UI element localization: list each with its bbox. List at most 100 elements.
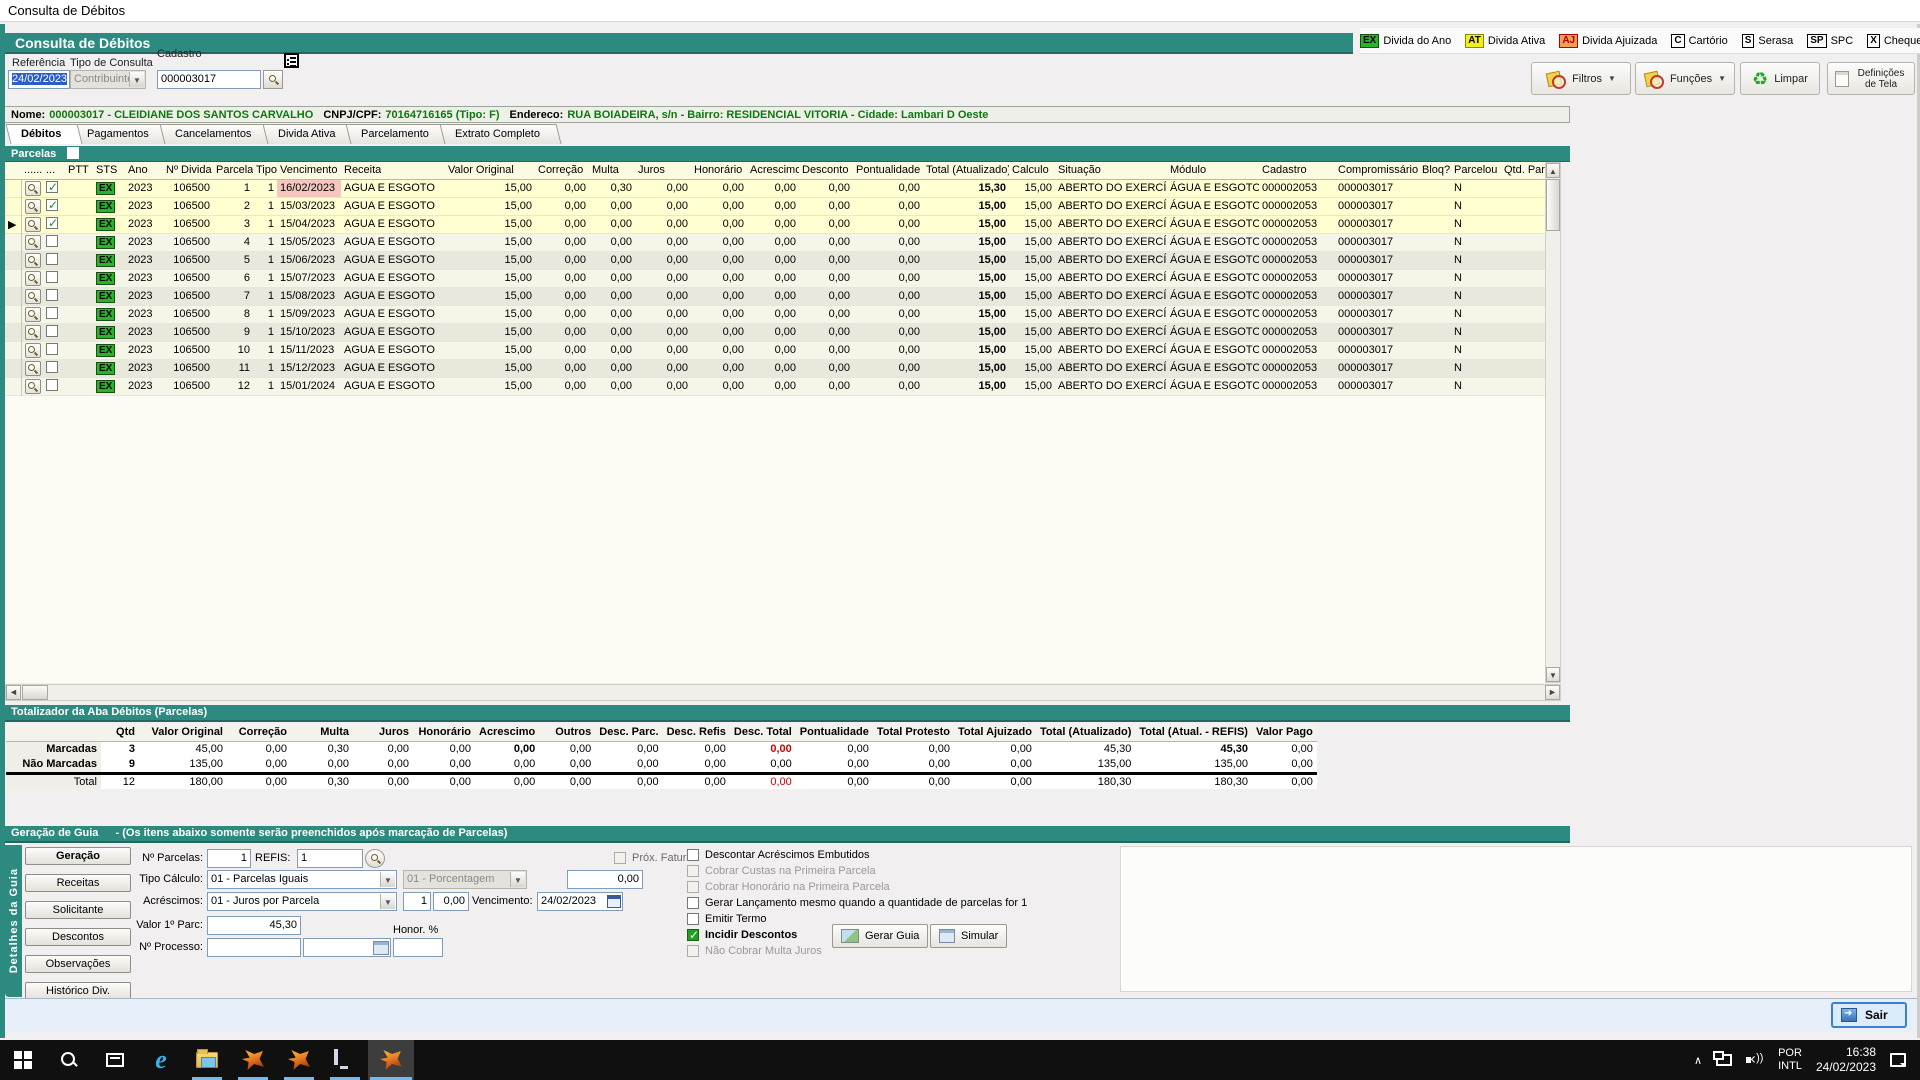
row-detail-cell[interactable] [21,179,43,197]
table-row[interactable]: EX20231065005115/06/2023AGUA E ESGOTO15,… [5,251,1545,269]
row-select-cell[interactable] [43,269,65,287]
row-select-cell[interactable] [43,215,65,233]
scroll-right-icon[interactable]: ► [1545,685,1560,700]
refis-search-button[interactable] [365,849,385,868]
grid-column-header[interactable]: Situação [1055,162,1167,179]
definicoes-tela-button[interactable]: Definições de Tela [1827,62,1915,95]
sidebar-item-observa-es[interactable]: Observações [25,955,131,973]
row-detail-button[interactable] [25,343,41,358]
limpar-button[interactable]: ♻ Limpar [1740,62,1820,95]
grid-column-header[interactable]: Juros [635,162,691,179]
tab-débitos[interactable]: Débitos [6,124,83,144]
referencia-input[interactable]: 24/02/2023 [8,70,70,89]
grid-column-header[interactable]: Pontualidade [853,162,923,179]
grid-column-header[interactable]: Parcela [213,162,253,179]
row-select-checkbox[interactable] [46,361,58,373]
table-row[interactable]: EX20231065007115/08/2023AGUA E ESGOTO15,… [5,287,1545,305]
porcentagem-select[interactable]: 01 - Porcentagem ▼ [403,870,527,889]
row-detail-button[interactable] [25,181,41,196]
checkbox[interactable] [687,945,699,957]
table-row[interactable]: EX20231065008115/09/2023AGUA E ESGOTO15,… [5,305,1545,323]
option-checkbox-row[interactable]: Emitir Termo [687,912,767,926]
row-select-checkbox[interactable] [46,181,58,193]
checkbox[interactable] [687,929,699,941]
taskbar-button-app-orange[interactable] [276,1040,322,1080]
row-select-checkbox[interactable] [46,199,58,211]
grid-column-header[interactable]: Vencimento [277,162,341,179]
row-select-cell[interactable] [43,233,65,251]
grid-column-header[interactable]: Valor Original [445,162,535,179]
checkbox[interactable] [687,897,699,909]
row-select-cell[interactable] [43,197,65,215]
calendar-icon[interactable] [607,895,621,908]
speaker-icon[interactable]: )) [1746,1053,1764,1067]
table-row[interactable]: ▶EX20231065003115/04/2023AGUA E ESGOTO15… [5,215,1545,233]
table-row[interactable]: EX20231065004115/05/2023AGUA E ESGOTO15,… [5,233,1545,251]
grid-column-header[interactable]: Módulo [1167,162,1259,179]
prox-fatura-checkbox[interactable] [614,852,626,864]
tab-extrato-completo[interactable]: Extrato Completo [439,124,561,144]
row-select-cell[interactable] [43,377,65,395]
grid-column-header[interactable]: Cadastro [1259,162,1335,179]
refis-input[interactable]: 1 [297,849,363,868]
taskbar-button-computer[interactable] [322,1040,368,1080]
row-detail-button[interactable] [25,271,41,286]
grid-column-header[interactable]: Acrescimo [747,162,799,179]
row-select-cell[interactable] [43,341,65,359]
row-select-cell[interactable] [43,179,65,197]
gerar-guia-button[interactable]: Gerar Guia [832,924,928,948]
table-row[interactable]: EX202310650011115/12/2023AGUA E ESGOTO15… [5,359,1545,377]
checkbox[interactable] [687,913,699,925]
language-indicator[interactable]: POR INTL [1778,1047,1802,1073]
grid-column-header[interactable]: Ano [125,162,163,179]
taskbar-button-file-explorer[interactable] [184,1040,230,1080]
grid-column-header[interactable]: Nº Divida [163,162,213,179]
notification-center-icon[interactable] [1890,1053,1906,1067]
row-detail-cell[interactable] [21,197,43,215]
taskbar-button-app-orange-active[interactable] [368,1040,414,1080]
hscroll-thumb[interactable] [22,685,48,700]
row-select-checkbox[interactable] [46,379,58,391]
row-detail-button[interactable] [25,325,41,340]
row-detail-button[interactable] [25,217,41,232]
tab-cancelamentos[interactable]: Cancelamentos [160,124,273,144]
scroll-down-icon[interactable]: ▼ [1546,667,1560,682]
sidebar-item-solicitante[interactable]: Solicitante [25,901,131,919]
row-detail-button[interactable] [25,289,41,304]
table-row[interactable]: EX202310650010115/11/2023AGUA E ESGOTO15… [5,341,1545,359]
row-detail-cell[interactable] [21,233,43,251]
option-checkbox-row[interactable]: Descontar Acréscimos Embutidos [687,848,869,862]
honor-input[interactable] [393,938,443,957]
cadastro-input[interactable]: 000003017 [157,70,261,89]
row-detail-button[interactable] [25,307,41,322]
table-row[interactable]: EX20231065001116/02/2023AGUA E ESGOTO15,… [5,179,1545,197]
acrescimos-n-input[interactable]: 1 [403,892,431,911]
tab-pagamentos[interactable]: Pagamentos [72,124,171,144]
sidebar-item-descontos[interactable]: Descontos [25,928,131,946]
row-detail-button[interactable] [25,253,41,268]
row-detail-cell[interactable] [21,359,43,377]
tab-divida-ativa[interactable]: Divida Ativa [262,124,356,144]
scroll-left-icon[interactable]: ◄ [6,685,21,700]
row-select-cell[interactable] [43,287,65,305]
grid-column-header[interactable]: Qtd. Parc [1501,162,1545,179]
taskbar-button-internet-explorer[interactable]: e [138,1040,184,1080]
taskbar-button-task-view[interactable] [92,1040,138,1080]
row-detail-cell[interactable] [21,269,43,287]
prox-fatura-checkbox-row[interactable]: Próx. Fatura [614,851,693,865]
row-detail-button[interactable] [25,361,41,376]
table-row[interactable]: EX20231065009115/10/2023AGUA E ESGOTO15,… [5,323,1545,341]
grid-column-header[interactable]: Receita [341,162,445,179]
calculator-icon[interactable] [373,941,389,955]
grid-column-header[interactable]: Desconto [799,162,853,179]
table-row[interactable]: EX20231065002115/03/2023AGUA E ESGOTO15,… [5,197,1545,215]
grid-column-header[interactable]: Total (Atualizado) [923,162,1009,179]
n-processo-input-2[interactable] [303,938,391,957]
table-row[interactable]: EX20231065006115/07/2023AGUA E ESGOTO15,… [5,269,1545,287]
acrescimos-select[interactable]: 01 - Juros por Parcela ▼ [207,892,397,911]
option-checkbox-row[interactable]: Gerar Lançamento mesmo quando a quantida… [687,896,1027,910]
simular-button[interactable]: Simular [930,924,1007,948]
row-detail-cell[interactable] [21,215,43,233]
grid-column-header[interactable]: ...... [21,162,43,179]
checkbox[interactable] [687,881,699,893]
